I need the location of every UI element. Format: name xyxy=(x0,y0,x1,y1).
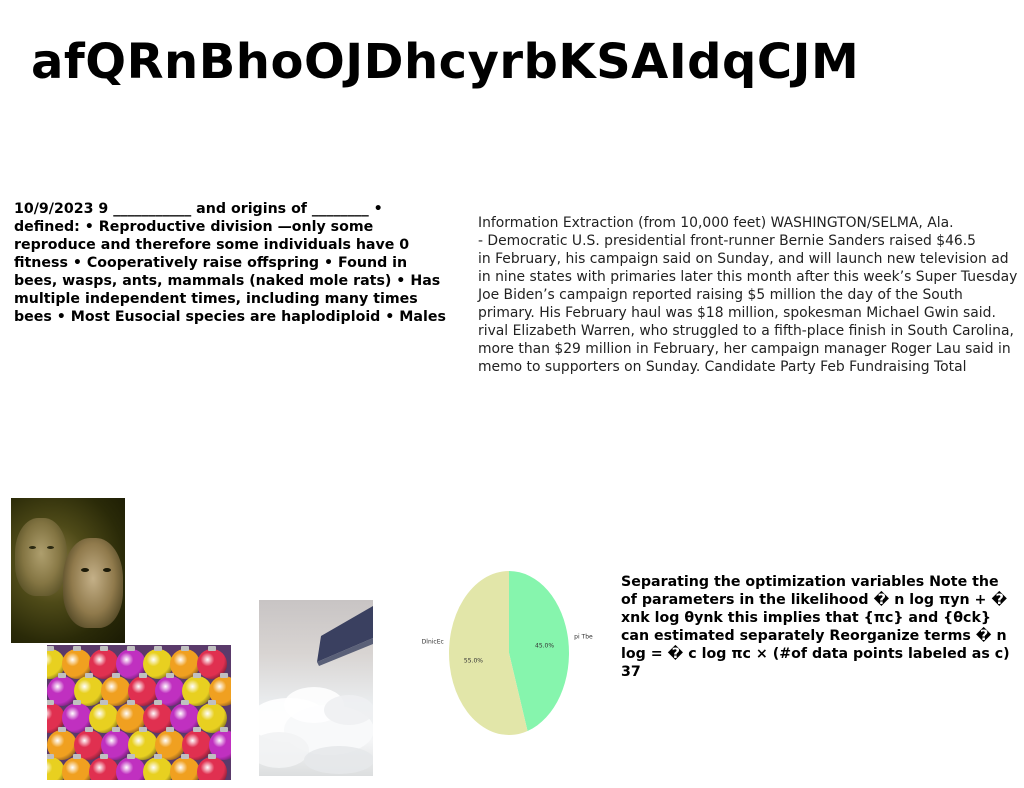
ornament-cap xyxy=(47,754,54,759)
eusocial-notes-text: 10/9/2023 9 ___________ and origins of _… xyxy=(14,201,446,325)
news-article: Information Extraction (from 10,000 feet… xyxy=(478,214,1024,376)
pie-chart-svg: 45.0% pi Tbe 55.0% DlnicEc xyxy=(422,571,593,735)
ornament-cap xyxy=(100,700,108,705)
ornament-ball xyxy=(116,757,146,780)
ornament-cap xyxy=(112,673,120,678)
clouds-photo xyxy=(259,600,373,776)
ornament-cap xyxy=(220,727,228,732)
ornament-cap xyxy=(47,646,54,651)
ornament-cap xyxy=(100,754,108,759)
ornament-cap xyxy=(208,754,216,759)
ornament-cap xyxy=(100,646,108,651)
ornament-cap xyxy=(139,727,147,732)
ornament-cap xyxy=(181,754,189,759)
pie-category-label-0: pi Tbe xyxy=(574,634,593,641)
faces-photo xyxy=(11,498,125,643)
ornament-cap xyxy=(154,646,162,651)
ornament-ball xyxy=(62,757,92,780)
ornament-cap xyxy=(208,646,216,651)
ornament-cap xyxy=(181,646,189,651)
clouds-scene xyxy=(259,606,373,774)
news-line: - Democratic U.S. presidential front-run… xyxy=(478,233,977,249)
ornament-cap xyxy=(154,754,162,759)
page-title: afQRnBhoOJDhcyrbKSAIdqCJM xyxy=(31,34,860,90)
ornament-cap xyxy=(193,673,201,678)
pie-category-label-1: DlnicEc xyxy=(422,638,444,645)
ornament-ball xyxy=(170,757,200,780)
ornament-cap xyxy=(220,673,228,678)
ornament-ball xyxy=(197,757,227,780)
ornament-cap xyxy=(181,700,189,705)
ornament-cap xyxy=(58,673,66,678)
ornament-cap xyxy=(58,727,66,732)
optimization-notes-text: Separating the optimization variables No… xyxy=(621,574,1010,680)
ornament-cap xyxy=(112,727,120,732)
ornament-cap xyxy=(193,727,201,732)
ornament-cap xyxy=(139,673,147,678)
ornaments-photo xyxy=(47,645,231,780)
ornament-ball xyxy=(143,757,173,780)
ornament-cap xyxy=(166,727,174,732)
ornament-cap xyxy=(127,646,135,651)
ornament-cap xyxy=(47,700,54,705)
news-line: rival Elizabeth Warren, who struggled to… xyxy=(478,323,1014,339)
ornament-cap xyxy=(166,673,174,678)
pie-pct-label-1: 55.0% xyxy=(464,658,483,665)
news-line: memo to supporters on Sunday. Candidate … xyxy=(478,359,967,375)
news-line: Joe Biden’s campaign reported raising $5… xyxy=(478,287,963,303)
news-line: in February, his campaign said on Sunday… xyxy=(478,251,1009,267)
ornament-cap xyxy=(208,700,216,705)
news-line: in nine states with primaries later this… xyxy=(478,269,1018,285)
ornament-cap xyxy=(85,673,93,678)
ornament-cap xyxy=(154,700,162,705)
ornament-cap xyxy=(73,646,81,651)
news-line: more than $29 million in February, her c… xyxy=(478,341,1011,357)
ornament-cap xyxy=(127,754,135,759)
pie-pct-label-0: 45.0% xyxy=(535,642,554,649)
ornament-ball xyxy=(89,757,119,780)
news-line: Information Extraction (from 10,000 feet… xyxy=(478,215,954,231)
ornament-cap xyxy=(85,727,93,732)
ornament-cap xyxy=(127,700,135,705)
news-line: primary. His February haul was $18 milli… xyxy=(478,305,996,321)
ornament-cap xyxy=(73,754,81,759)
pie-chart: 45.0% pi Tbe 55.0% DlnicEc xyxy=(420,566,600,741)
ornament-cap xyxy=(73,700,81,705)
